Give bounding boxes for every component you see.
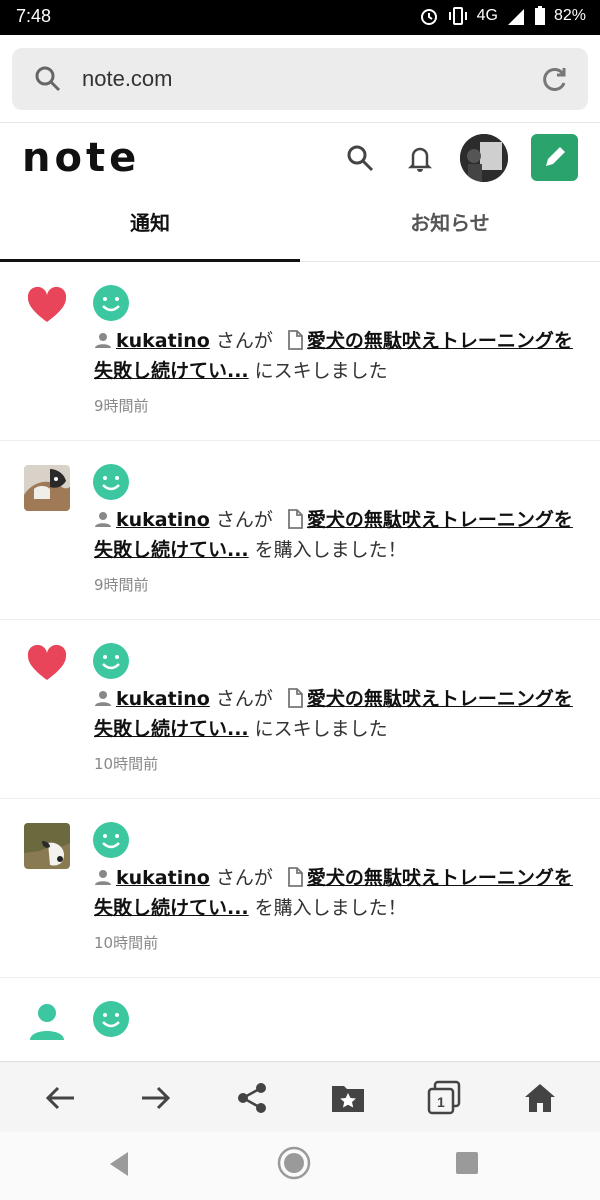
- dog-photo: [24, 465, 70, 511]
- back-arrow-icon[interactable]: [42, 1080, 78, 1116]
- forward-arrow-icon[interactable]: [138, 1080, 174, 1116]
- bookmark-folder-icon[interactable]: [330, 1080, 366, 1116]
- browser-toolbar: 1: [0, 1061, 600, 1132]
- user-thumbnail[interactable]: [24, 465, 70, 511]
- user-icon: [95, 512, 111, 527]
- timestamp: 10時間前: [94, 755, 159, 773]
- document-icon: [288, 509, 303, 529]
- username-link[interactable]: kukatino: [116, 330, 210, 352]
- address-bar[interactable]: note.com: [12, 48, 588, 110]
- tab-count: 1: [437, 1094, 445, 1110]
- username-link[interactable]: kukatino: [116, 509, 210, 531]
- app-header: note: [0, 123, 600, 193]
- tab-label: お知らせ: [410, 211, 490, 235]
- notification-text: kukatino さんが 愛犬の無駄吠えトレーニングを失敗し続けてい... にスキ…: [94, 684, 574, 744]
- write-button[interactable]: [531, 134, 578, 181]
- connector-text: さんが: [215, 867, 273, 889]
- notification-text: kukatino さんが 愛犬の無駄吠えトレーニングを失敗し続けてい... を購入…: [94, 505, 574, 565]
- connector-text: さんが: [215, 330, 273, 352]
- tab-switcher-button[interactable]: 1: [426, 1080, 462, 1116]
- timestamp: 9時間前: [94, 576, 149, 594]
- heart-icon: [27, 286, 67, 322]
- document-icon: [288, 330, 303, 350]
- notification-list: kukatino さんが 愛犬の無駄吠えトレーニングを失敗し続けてい... にスキ…: [0, 262, 600, 1063]
- action-text: にスキしました: [254, 360, 388, 382]
- document-icon: [288, 867, 303, 887]
- tab-announcements[interactable]: お知らせ: [300, 195, 600, 261]
- follower-icon: [30, 1004, 64, 1040]
- smile-icon: [93, 822, 129, 858]
- alarm-icon: [420, 9, 437, 25]
- search-icon[interactable]: [345, 143, 375, 173]
- notification-text: kukatino さんが 愛犬の無駄吠えトレーニングを失敗し続けてい... にスキ…: [94, 326, 574, 386]
- notification-item[interactable]: kukatino さんが 愛犬の無駄吠えトレーニングを失敗し続けてい... にスキ…: [0, 262, 600, 441]
- action-text: にスキしました: [254, 718, 388, 740]
- notification-tabs: 通知 お知らせ: [0, 195, 600, 262]
- user-thumbnail[interactable]: [24, 823, 70, 869]
- tab-notifications[interactable]: 通知: [0, 195, 300, 261]
- connector-text: さんが: [215, 509, 273, 531]
- avatar-image: [460, 134, 508, 182]
- note-logo[interactable]: note: [22, 135, 140, 181]
- nav-back-icon[interactable]: [106, 1150, 134, 1178]
- user-icon: [95, 691, 111, 706]
- tab-label: 通知: [130, 211, 170, 235]
- document-icon: [288, 688, 303, 708]
- status-icons: 4G 82%: [419, 6, 586, 26]
- vibrate-icon: [448, 7, 467, 25]
- pencil-icon: [546, 147, 565, 166]
- share-icon[interactable]: [234, 1080, 270, 1116]
- nav-recents-icon[interactable]: [455, 1151, 479, 1175]
- signal-icon: [507, 9, 524, 25]
- smile-icon: [93, 1001, 129, 1037]
- url-text[interactable]: note.com: [82, 66, 173, 92]
- action-text: を購入しました！: [254, 539, 407, 561]
- notification-item[interactable]: [0, 978, 600, 1063]
- battery-level: 82%: [553, 7, 586, 24]
- nav-home-icon[interactable]: [277, 1146, 311, 1180]
- smile-icon: [93, 643, 129, 679]
- connector-text: さんが: [215, 688, 273, 710]
- notification-item[interactable]: kukatino さんが 愛犬の無駄吠えトレーニングを失敗し続けてい... を購入…: [0, 441, 600, 620]
- profile-avatar[interactable]: [460, 134, 508, 182]
- user-icon: [95, 870, 111, 885]
- battery-icon: [534, 6, 545, 25]
- home-icon[interactable]: [522, 1080, 558, 1116]
- notification-item[interactable]: kukatino さんが 愛犬の無駄吠えトレーニングを失敗し続けてい... にスキ…: [0, 620, 600, 799]
- timestamp: 9時間前: [94, 397, 149, 415]
- smile-icon: [93, 464, 129, 500]
- reload-icon[interactable]: [540, 64, 570, 94]
- search-icon[interactable]: [34, 65, 62, 93]
- network-type: 4G: [476, 7, 498, 24]
- username-link[interactable]: kukatino: [116, 867, 210, 889]
- smile-icon: [93, 285, 129, 321]
- heart-icon: [27, 644, 67, 680]
- username-link[interactable]: kukatino: [116, 688, 210, 710]
- dog-photo: [24, 823, 70, 869]
- notification-text: kukatino さんが 愛犬の無駄吠えトレーニングを失敗し続けてい... を購入…: [94, 863, 574, 923]
- system-nav-bar: [0, 1132, 600, 1200]
- user-icon: [95, 333, 111, 348]
- status-time: 7:48: [16, 6, 52, 26]
- bell-icon[interactable]: [405, 143, 435, 173]
- notification-item[interactable]: kukatino さんが 愛犬の無駄吠えトレーニングを失敗し続けてい... を購入…: [0, 799, 600, 978]
- status-bar: 7:48 4G 82%: [0, 0, 600, 35]
- timestamp: 10時間前: [94, 934, 159, 952]
- action-text: を購入しました！: [254, 897, 407, 919]
